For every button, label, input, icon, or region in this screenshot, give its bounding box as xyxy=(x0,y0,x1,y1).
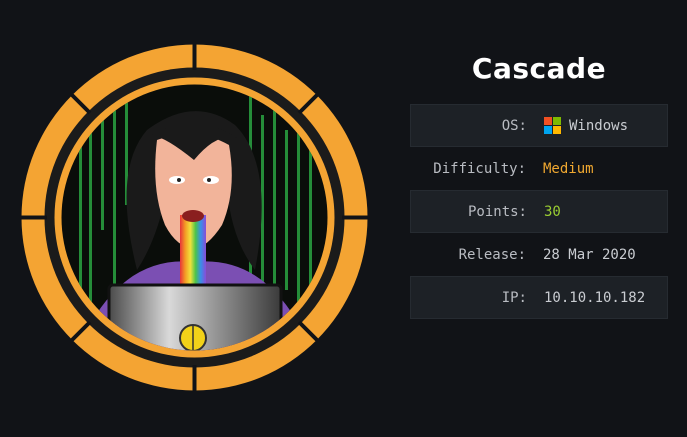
release-value: 28 Mar 2020 xyxy=(543,246,636,263)
info-row-ip: IP: 10.10.10.182 xyxy=(410,276,668,319)
os-value-text: Windows xyxy=(569,117,629,134)
machine-title: Cascade xyxy=(471,52,607,85)
windows-icon xyxy=(544,117,561,134)
difficulty-label: Difficulty: xyxy=(433,160,526,177)
ip-value: 10.10.10.182 xyxy=(544,289,646,306)
points-label: Points: xyxy=(467,203,527,220)
difficulty-value: Medium xyxy=(543,160,594,177)
os-label: OS: xyxy=(501,117,527,134)
os-value: Windows xyxy=(544,117,628,134)
info-row-difficulty: Difficulty: Medium xyxy=(410,147,668,190)
info-row-os: OS: Windows xyxy=(410,104,668,147)
info-row-points: Points: 30 xyxy=(410,190,668,233)
info-row-release: Release: 28 Mar 2020 xyxy=(410,233,668,276)
points-value: 30 xyxy=(544,203,561,220)
machine-avatar xyxy=(17,40,372,395)
ip-label: IP: xyxy=(501,289,527,306)
machine-info-table: OS: Windows Difficulty: Medium Points: 3… xyxy=(410,104,668,319)
release-label: Release: xyxy=(458,246,526,263)
